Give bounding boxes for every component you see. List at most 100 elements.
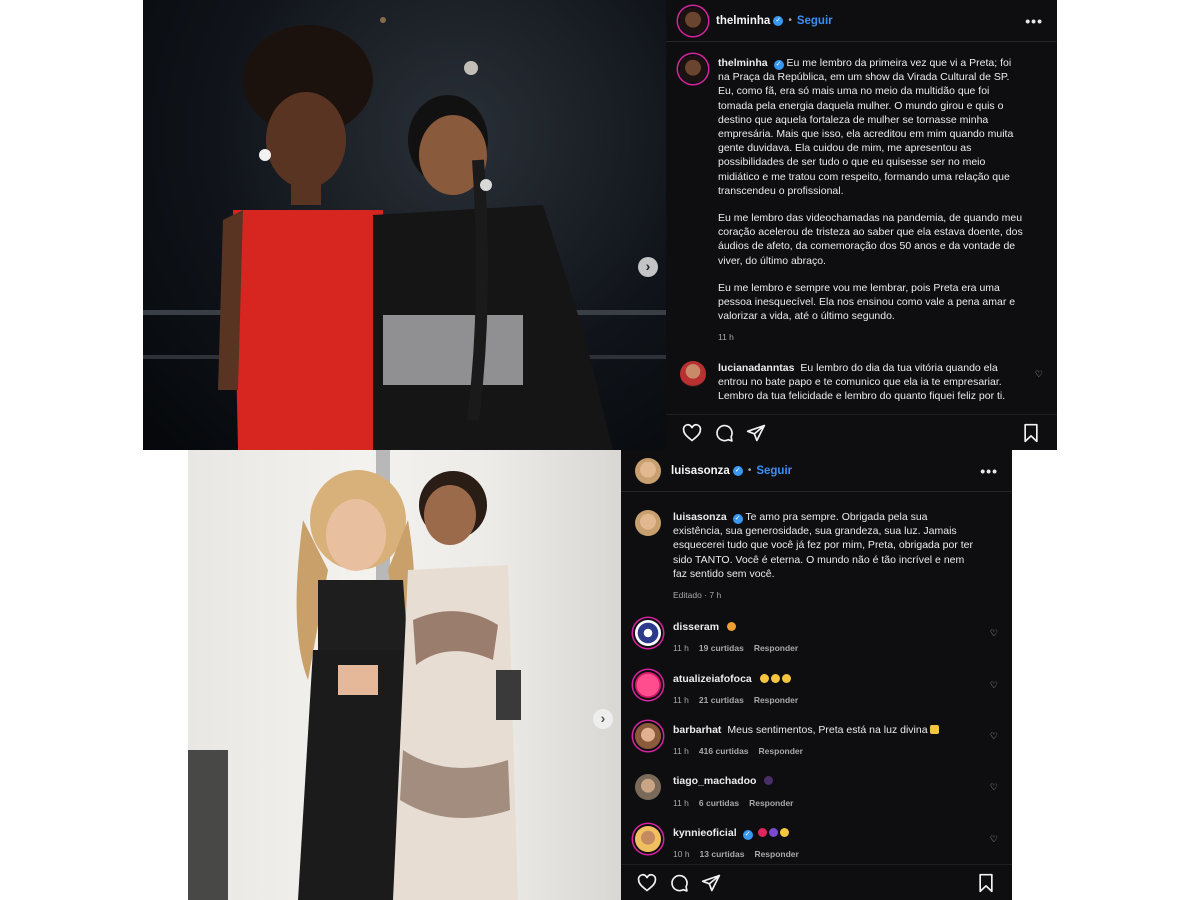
comment-username[interactable]: tiago_machadoo [673, 775, 756, 787]
avatar[interactable] [635, 723, 661, 750]
black-heart-emoji-icon [764, 776, 774, 786]
reply-button[interactable]: Responder [754, 643, 798, 653]
crying-face-emoji-icon [759, 673, 769, 683]
dot-separator: • [788, 15, 792, 26]
like-comment-heart-icon[interactable]: ♡ [990, 731, 998, 742]
avatar[interactable] [635, 825, 661, 852]
comment-username[interactable]: lucianadanntas [718, 362, 794, 374]
more-options-icon[interactable]: ••• [1025, 13, 1043, 29]
red-heart-emoji-icon [757, 827, 767, 837]
avatar[interactable] [680, 7, 706, 34]
reply-button[interactable]: Responder [749, 798, 793, 808]
caption-body: luisasonza ✓ Te amo pra sempre. Obrigada … [673, 510, 998, 602]
likes-count[interactable]: 19 curtidas [699, 643, 744, 653]
comment-meta: 11 h 21 curtidas Responder [673, 694, 799, 705]
post-actions [666, 414, 1057, 450]
caption: thelminha ✓ Eu me lembro da primeira vez … [680, 56, 1043, 345]
follow-button[interactable]: Seguir [797, 15, 833, 27]
sad-face-emoji-icon [727, 622, 737, 632]
crying-face-emoji-icon [770, 673, 780, 683]
verified-badge-icon: ✓ [732, 514, 743, 524]
caption-paragraph: Eu me lembro e sempre vou me lembrar, po… [718, 281, 1016, 323]
comment: barbarhat Meus sentimentos, Preta está n… [635, 723, 998, 758]
comment-body: tiago_machadoo 11 h6 curtidas Responder [673, 774, 998, 809]
comment-username[interactable]: barbarhat [673, 724, 721, 736]
avatar[interactable] [680, 56, 706, 82]
rainbow-emoji-icon [768, 827, 778, 837]
comments-area[interactable]: thelminha ✓ Eu me lembro da primeira vez … [666, 42, 1057, 414]
comment: disseram 11 h 19 curtidas Responder ♡ [635, 620, 998, 655]
comment-username[interactable]: kynnieoficial [673, 827, 737, 839]
likes-count[interactable]: 13 curtidas [700, 849, 745, 859]
comment-username[interactable]: atualizeiafofoca [673, 673, 752, 685]
header-username[interactable]: thelminha [716, 15, 770, 27]
reply-button[interactable]: Responder [754, 849, 798, 859]
avatar[interactable] [635, 774, 661, 801]
share-icon[interactable] [701, 873, 721, 893]
share-icon[interactable] [746, 423, 766, 443]
heart-icon[interactable] [637, 873, 657, 893]
comment-body: barbarhat Meus sentimentos, Preta está n… [673, 723, 998, 758]
follow-button[interactable]: Seguir [756, 465, 792, 477]
verified-badge-icon: ✓ [773, 15, 784, 26]
comment-icon[interactable] [669, 873, 689, 893]
caption-time: Editado · 7 h [673, 590, 722, 601]
comment: kynnieoficial ✓ 10 h 13 curtidas Responder … [635, 825, 998, 861]
two-women-photo [188, 450, 521, 900]
sun-emoji-icon [779, 827, 789, 837]
caption-paragraph: Eu me lembro da primeira vez que vi a Pr… [718, 57, 1014, 197]
caption-username[interactable]: thelminha [718, 57, 768, 69]
instagram-post-luisasonza: › luisasonza ✓ • Seguir ••• luisasonza ✓ … [188, 450, 1012, 900]
next-photo-button[interactable]: › [593, 709, 613, 729]
post-sidebar: thelminha ✓ • Seguir ••• thelminha ✓ Eu m… [666, 0, 1057, 450]
caption-body: thelminha ✓ Eu me lembro da primeira vez … [718, 56, 1043, 345]
likes-count[interactable]: 21 curtidas [699, 695, 744, 705]
header-username[interactable]: luisasonza [671, 465, 730, 477]
avatar[interactable] [635, 671, 661, 698]
avatar[interactable] [635, 457, 661, 484]
dot-separator: • [747, 465, 752, 476]
like-comment-heart-icon[interactable]: ♡ [990, 628, 998, 639]
caption-username[interactable]: luisasonza [673, 511, 727, 523]
crying-face-emoji-icon [781, 673, 791, 683]
likes-count[interactable]: 6 curtidas [699, 798, 739, 808]
post-header: luisasonza ✓ • Seguir ••• [621, 450, 1012, 492]
like-comment-heart-icon[interactable]: ♡ [990, 782, 998, 793]
like-comment-heart-icon[interactable]: ♡ [990, 680, 998, 691]
two-women-photo [143, 17, 666, 450]
avatar[interactable] [635, 620, 661, 647]
instagram-post-thelminha: › thelminha ✓ • Seguir ••• thelminha ✓ Eu… [143, 0, 1057, 450]
comment-body: atualizeiafofoca 11 h 21 curtidas Responde… [673, 672, 998, 707]
verified-badge-icon: ✓ [732, 465, 743, 476]
heart-icon[interactable] [682, 423, 702, 443]
comment-icon[interactable] [714, 423, 734, 443]
post-photo: › [188, 450, 621, 900]
comment: atualizeiafofoca 11 h 21 curtidas Responde… [635, 671, 998, 707]
comment-body: disseram 11 h 19 curtidas Responder [673, 620, 998, 655]
verified-badge-icon: ✓ [773, 60, 784, 70]
bookmark-icon[interactable] [1021, 423, 1041, 443]
avatar[interactable] [635, 510, 661, 536]
post-photo: › [143, 0, 666, 450]
avatar[interactable] [680, 360, 706, 387]
like-comment-heart-icon[interactable]: ♡ [990, 834, 998, 845]
caption: luisasonza ✓ Te amo pra sempre. Obrigada … [635, 510, 998, 602]
post-sidebar: luisasonza ✓ • Seguir ••• luisasonza ✓ Te… [621, 450, 1012, 900]
comment-body: lucianadanntas Eu lembro do dia da tua v… [718, 361, 1043, 404]
comment: tiago_machadoo 11 h6 curtidas Responder ♡ [635, 774, 998, 809]
more-options-icon[interactable]: ••• [980, 463, 998, 479]
comment-username[interactable]: disseram [673, 621, 719, 633]
comment-meta: 11 h6 curtidas Responder [673, 797, 794, 808]
verified-badge-icon: ✓ [742, 829, 753, 840]
reply-button[interactable]: Responder [759, 746, 803, 756]
next-photo-button[interactable]: › [638, 257, 658, 277]
comment-meta: 11 h 19 curtidas Responder [673, 643, 799, 654]
like-comment-heart-icon[interactable]: ♡ [1035, 369, 1043, 380]
comments-area[interactable]: luisasonza ✓ Te amo pra sempre. Obrigada … [621, 492, 1012, 864]
bookmark-icon[interactable] [976, 873, 996, 893]
comment-meta: 10 h 13 curtidas Responder [673, 849, 799, 860]
reply-button[interactable]: Responder [754, 695, 798, 705]
likes-count[interactable]: 416 curtidas [699, 746, 749, 756]
comment-meta: 11 h 416 curtidas Responder [673, 746, 803, 757]
comment-body: kynnieoficial ✓ 10 h 13 curtidas Responder [673, 826, 998, 861]
